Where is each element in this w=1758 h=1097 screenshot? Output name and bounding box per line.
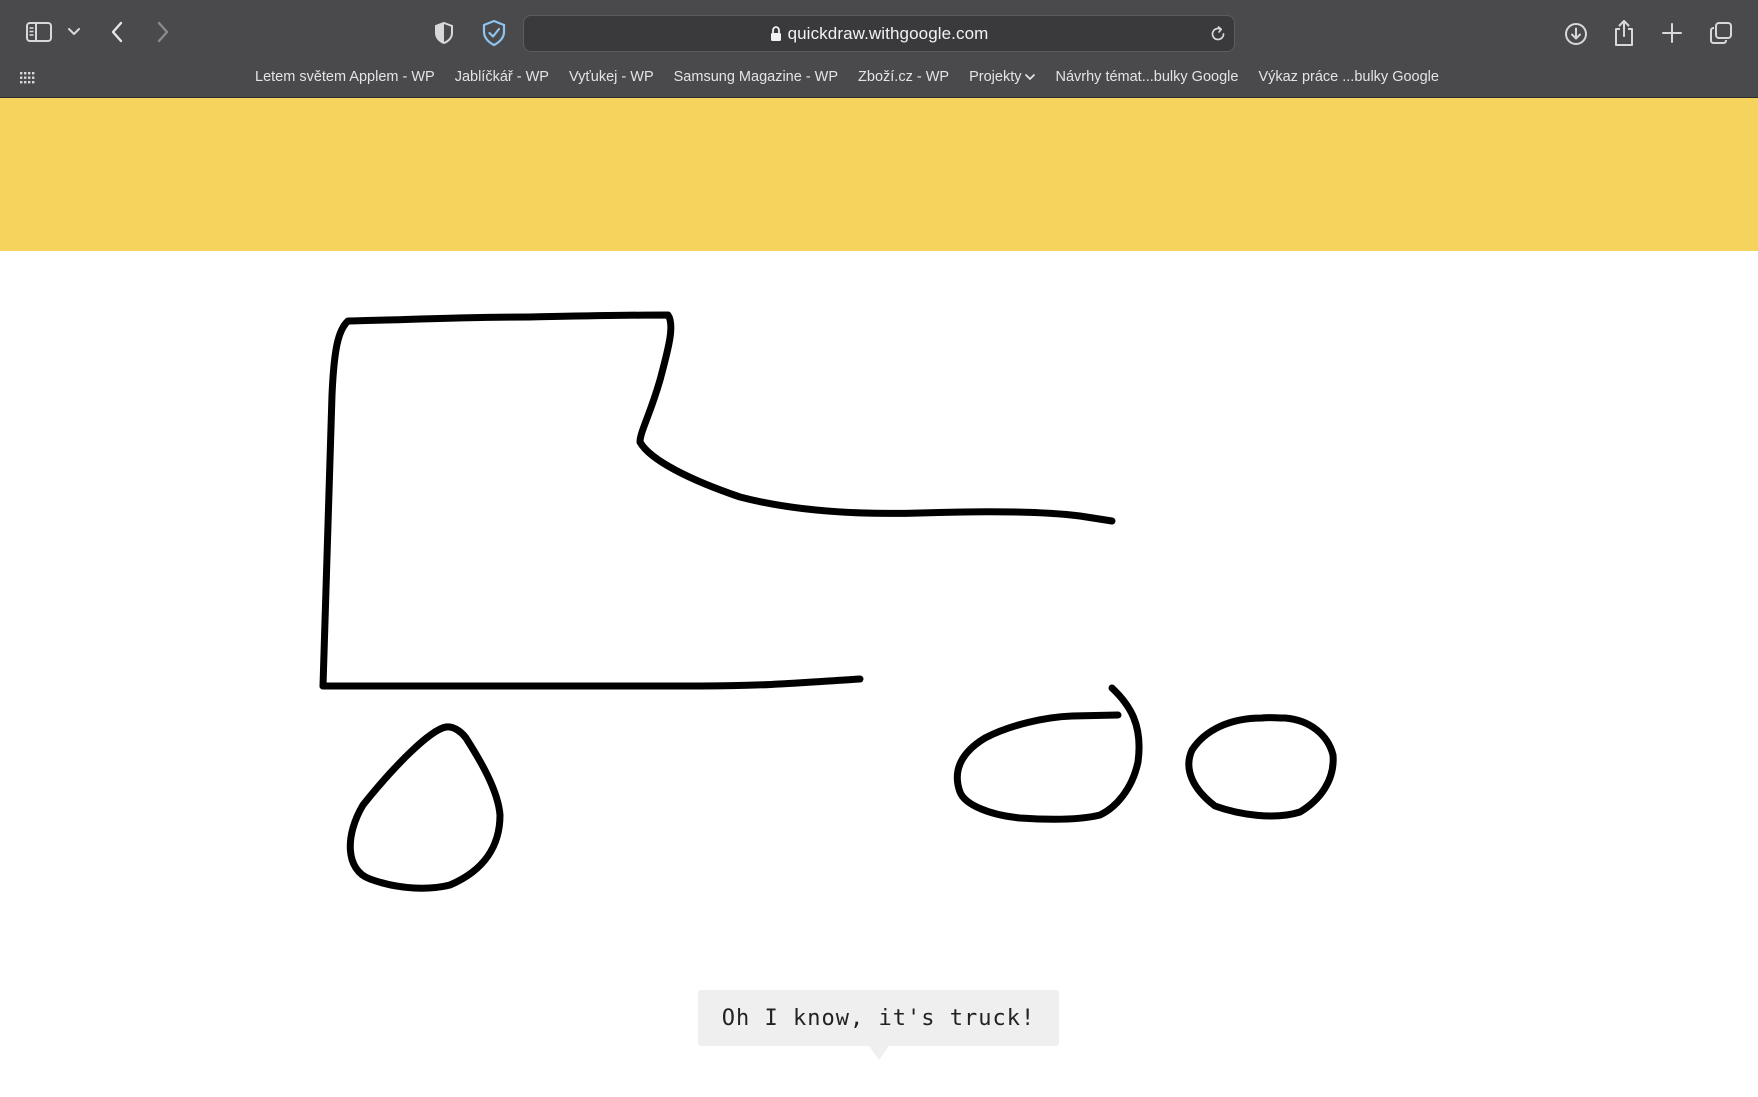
truck-bottom-stroke (319, 675, 864, 690)
plus-icon[interactable] (1658, 19, 1686, 47)
grid-icon[interactable] (19, 70, 37, 91)
url-text: quickdraw.withgoogle.com (787, 23, 989, 43)
download-icon[interactable] (1561, 19, 1591, 49)
guess-text: Oh I know, it's truck! (721, 1005, 1036, 1031)
bookmark-folder-label: Projekty (969, 69, 1022, 85)
truck-body-stroke (319, 311, 1116, 690)
truck-drawing (319, 311, 1337, 892)
sidebar-icon[interactable] (24, 19, 54, 45)
wheel-middle-stroke (953, 684, 1143, 823)
bookmark-item[interactable]: Samsung Magazine - WP (674, 69, 838, 85)
bookmark-item[interactable]: Letem světem Applem - WP (255, 69, 435, 85)
drawing-canvas[interactable] (0, 251, 1758, 1097)
bookmark-item[interactable]: Vyťukej - WP (569, 69, 654, 85)
bookmark-item[interactable]: Jablíčkář - WP (455, 69, 549, 85)
lock-icon (770, 25, 782, 42)
reload-icon[interactable] (1207, 23, 1229, 45)
wheel-front-stroke (346, 723, 504, 892)
shield-check-icon[interactable] (479, 18, 509, 48)
bookmark-list: Letem světem Applem - WP Jablíčkář - WP … (255, 69, 1459, 85)
share-icon[interactable] (1609, 17, 1639, 49)
forward-icon[interactable] (150, 18, 176, 46)
address-bar[interactable]: quickdraw.withgoogle.com (523, 15, 1235, 52)
bookmark-item[interactable]: Návrhy témat...bulky Google (1055, 69, 1238, 85)
chevron-down-icon (1025, 73, 1036, 81)
speech-bubble: Oh I know, it's truck! (698, 990, 1059, 1046)
back-icon[interactable] (104, 18, 130, 46)
browser-toolbar: quickdraw.withgoogle.com Letem světem Ap… (0, 0, 1758, 98)
page-header-banner (0, 98, 1758, 251)
speech-bubble-tail (869, 1046, 889, 1060)
bookmark-item[interactable]: Zboží.cz - WP (858, 69, 949, 85)
bookmark-item[interactable]: Výkaz práce ...bulky Google (1258, 69, 1439, 85)
tabs-overview-icon[interactable] (1706, 19, 1736, 47)
shield-icon[interactable] (430, 19, 458, 47)
wheel-back-stroke (1185, 714, 1337, 820)
bookmarks-bar: Letem světem Applem - WP Jablíčkář - WP … (0, 66, 1758, 92)
chevron-down-icon[interactable] (65, 24, 83, 40)
bookmark-folder-projekty[interactable]: Projekty (969, 69, 1036, 85)
